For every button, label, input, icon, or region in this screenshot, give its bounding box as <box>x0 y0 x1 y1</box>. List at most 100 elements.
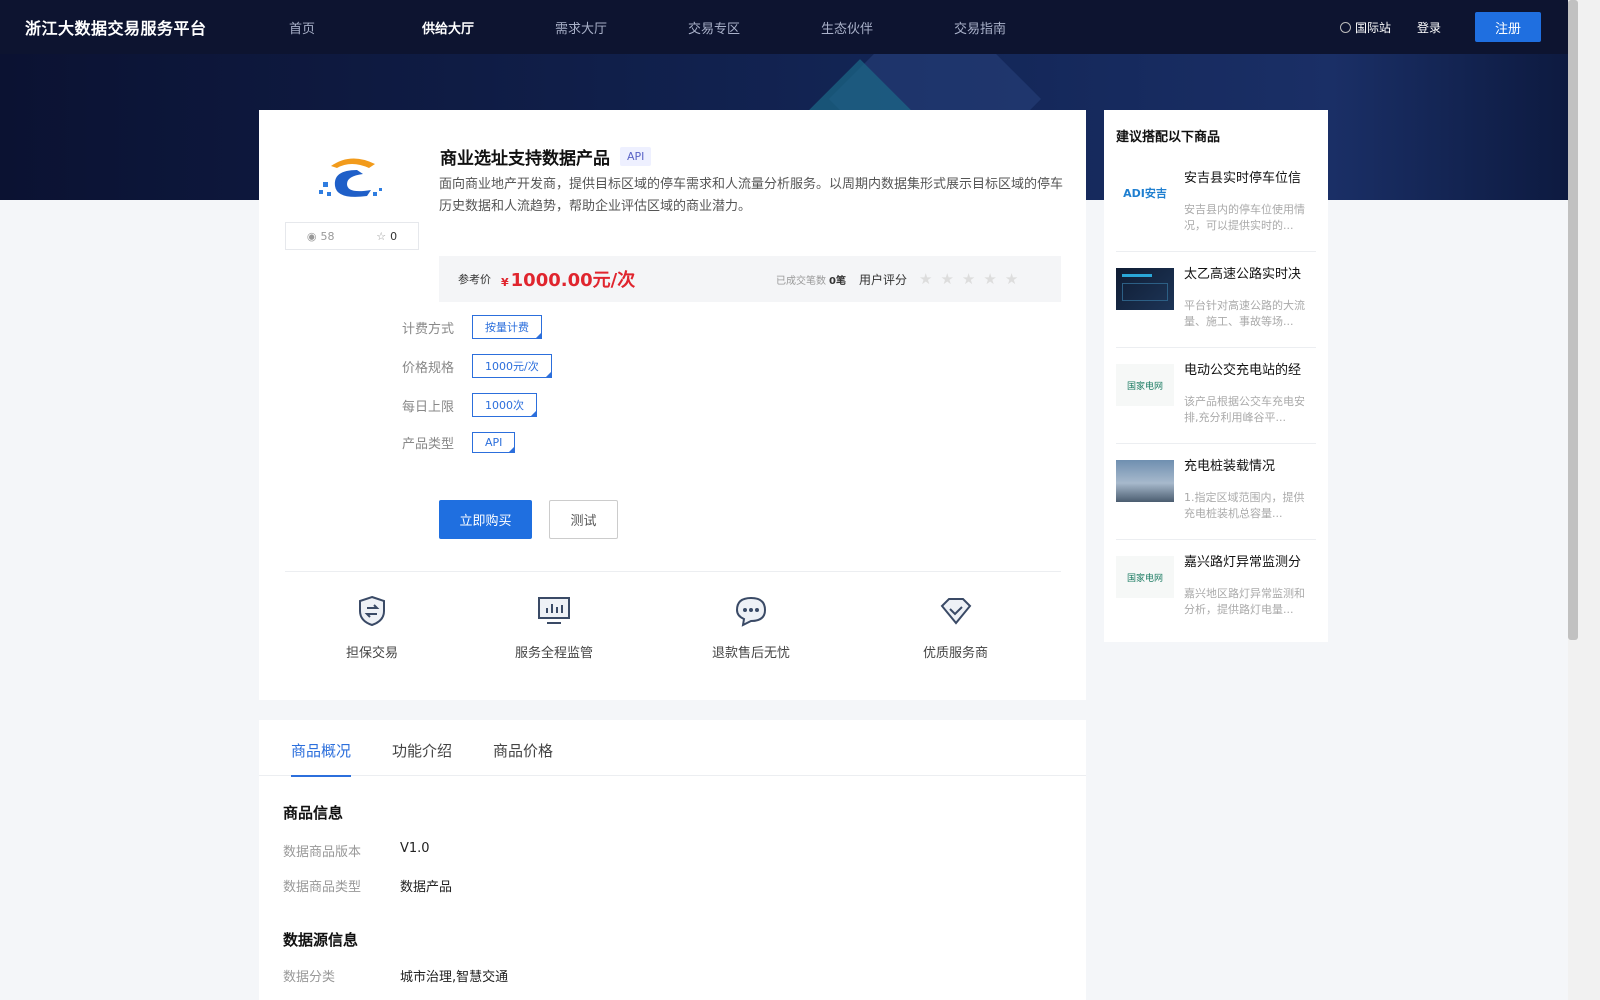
spec-label: 产品类型 <box>402 437 455 452</box>
scrollbar-thumb[interactable] <box>1568 0 1578 640</box>
recommended-item[interactable]: ADI安吉 安吉县实时停车位信 安吉县内的停车位使用情况，可以提供实时的... <box>1116 156 1316 252</box>
spec-label: 价格规格 <box>402 360 455 376</box>
recommended-thumbnail: 国家电网 <box>1116 556 1174 598</box>
guarantee-quality: 优质服务商 <box>923 594 988 661</box>
page-scrollbar[interactable] <box>1568 0 1600 1000</box>
tab-features[interactable]: 功能介绍 <box>392 720 452 776</box>
chat-bubble-icon <box>734 594 768 628</box>
deals-label: 已成交笔数 <box>776 275 826 287</box>
info-value: 数据产品 <box>400 880 453 895</box>
price-amount: 1000.00元/次 <box>510 270 636 291</box>
nav-item-demand-hall[interactable]: 需求大厅 <box>555 18 688 37</box>
recommended-item-title: 安吉县实时停车位信 <box>1184 171 1302 186</box>
recommended-item-title: 充电桩装载情况 <box>1184 459 1276 474</box>
recommended-item-desc: 该产品根据公交车充电安排,充分利用峰谷平... <box>1184 395 1305 424</box>
guarantee-label: 退款售后无忧 <box>712 646 791 661</box>
star-icon: ★ <box>1004 270 1019 288</box>
register-button[interactable]: 注册 <box>1475 12 1541 42</box>
globe-icon <box>1339 21 1351 33</box>
shield-exchange-icon <box>355 594 389 628</box>
spec-option-limit[interactable]: 1000次 <box>472 393 537 417</box>
info-row-category: 数据分类 城市治理,智慧交通 <box>283 966 508 985</box>
header-actions: 国际站 登录 注册 <box>1339 0 1568 54</box>
site-brand[interactable]: 浙江大数据交易服务平台 <box>25 15 289 39</box>
info-key: 数据商品版本 <box>283 845 362 860</box>
recommended-item-desc: 嘉兴地区路灯异常监测和分析，提供路灯电量... <box>1184 587 1305 616</box>
thumbnail-logo-text: ADI安吉 <box>1123 187 1167 200</box>
product-stats: ◉ 58 ☆ 0 <box>285 222 419 250</box>
rating-label: 用户评分 <box>859 272 908 287</box>
recommended-item[interactable]: 国家电网 嘉兴路灯异常监测分 嘉兴地区路灯异常监测和分析，提供路灯电量... <box>1116 540 1316 636</box>
tab-pricing[interactable]: 商品价格 <box>493 720 553 776</box>
recommended-item-title: 太乙高速公路实时决 <box>1184 267 1302 282</box>
rating-stars: ★ ★ ★ ★ ★ <box>919 270 1018 288</box>
eye-icon: ◉ <box>306 229 317 243</box>
nav-item-supply-hall[interactable]: 供给大厅 <box>422 18 555 37</box>
guarantee-label: 服务全程监管 <box>515 646 594 661</box>
guarantee-label: 担保交易 <box>346 646 399 661</box>
favorite-count[interactable]: ☆ 0 <box>376 230 397 243</box>
product-logo-icon <box>319 158 382 197</box>
guarantee-escrow: 担保交易 <box>346 594 398 661</box>
spec-label: 每日上限 <box>402 399 455 415</box>
info-key: 数据商品类型 <box>283 880 362 895</box>
monitor-chart-icon <box>537 594 571 628</box>
login-link[interactable]: 登录 <box>1417 19 1441 36</box>
product-title: 商业选址支持数据产品 <box>440 149 610 169</box>
recommended-item[interactable]: 充电桩装载情况 1.指定区域范围内，提供充电桩装机总容量... <box>1116 444 1316 540</box>
recommended-item-desc: 安吉县内的停车位使用情况，可以提供实时的... <box>1184 203 1305 232</box>
product-logo <box>285 134 419 226</box>
divider <box>285 571 1061 572</box>
star-icon: ★ <box>919 270 933 288</box>
spec-row-price-spec: 价格规格 1000元/次 <box>402 354 552 378</box>
spec-option-price[interactable]: 1000元/次 <box>472 354 552 378</box>
spec-row-product-type: 产品类型 API <box>402 432 516 453</box>
star-icon: ★ <box>983 270 997 288</box>
detail-tabs: 商品概况 功能介绍 商品价格 <box>259 720 1086 777</box>
recommended-thumbnail <box>1116 460 1174 502</box>
recommended-item[interactable]: 太乙高速公路实时决 平台针对高速公路的大流量、施工、事故等场... <box>1116 252 1316 348</box>
recommended-thumbnail <box>1116 268 1174 310</box>
nav-item-partners[interactable]: 生态伙伴 <box>821 18 954 37</box>
price-value: ¥1000.00元/次 <box>501 266 635 292</box>
intl-site-label: 国际站 <box>1354 20 1391 35</box>
buy-now-button[interactable]: 立即购买 <box>439 500 532 539</box>
star-icon: ★ <box>940 270 954 288</box>
product-detail-panel: 商品概况 功能介绍 商品价格 商品信息 数据商品版本 V1.0 数据商品类型 数… <box>259 720 1086 1000</box>
nav-item-trade-zone[interactable]: 交易专区 <box>688 18 821 37</box>
favorite-count-value: 0 <box>390 229 398 243</box>
thumbnail-logo-text: 国家电网 <box>1126 573 1163 584</box>
spec-option-billing[interactable]: 按量计费 <box>472 315 542 339</box>
recommended-products: 建议搭配以下商品 ADI安吉 安吉县实时停车位信 安吉县内的停车位使用情况，可以… <box>1104 110 1328 642</box>
deals-count: 已成交笔数 0笔 <box>776 272 846 287</box>
info-row-version: 数据商品版本 V1.0 <box>283 841 430 860</box>
product-title-row: 商业选址支持数据产品 API <box>440 144 652 169</box>
spec-option-type[interactable]: API <box>472 432 516 453</box>
recommended-item-desc: 平台针对高速公路的大流量、施工、事故等场... <box>1184 299 1305 328</box>
info-value: V1.0 <box>400 841 430 856</box>
test-button[interactable]: 测试 <box>549 500 618 539</box>
recommended-item-title: 电动公交充电站的经 <box>1184 363 1302 378</box>
recommended-item[interactable]: 国家电网 电动公交充电站的经 该产品根据公交车充电安排,充分利用峰谷平... <box>1116 348 1316 444</box>
currency-symbol: ¥ <box>501 276 509 289</box>
price-bar: 参考价 ¥1000.00元/次 已成交笔数 0笔 用户评分 ★ ★ ★ ★ ★ <box>439 256 1061 302</box>
info-key: 数据分类 <box>283 970 336 985</box>
top-navigation-bar: 浙江大数据交易服务平台 首页 供给大厅 需求大厅 交易专区 生态伙伴 交易指南 … <box>0 0 1568 54</box>
recommended-title: 建议搭配以下商品 <box>1116 130 1221 145</box>
thumbnail-logo-text: 国家电网 <box>1126 381 1163 392</box>
star-outline-icon: ☆ <box>376 229 387 243</box>
diamond-check-icon <box>939 594 973 628</box>
guarantee-supervision: 服务全程监管 <box>515 594 593 661</box>
product-card: ◉ 58 ☆ 0 商业选址支持数据产品 API 面向商业地产开发商，提供目标区域… <box>259 110 1086 700</box>
spec-label: 计费方式 <box>402 321 455 337</box>
info-value: 城市治理,智慧交通 <box>400 970 509 985</box>
product-type-tag: API <box>620 147 652 166</box>
tab-overview[interactable]: 商品概况 <box>291 720 352 777</box>
nav-item-home[interactable]: 首页 <box>289 18 422 37</box>
spec-row-billing: 计费方式 按量计费 <box>402 315 542 339</box>
nav-item-trade-guide[interactable]: 交易指南 <box>954 18 1087 37</box>
section-title-product-info: 商品信息 <box>283 804 344 822</box>
spec-row-daily-limit: 每日上限 1000次 <box>402 393 537 417</box>
intl-site-link[interactable]: 国际站 <box>1339 19 1391 36</box>
recommended-thumbnail: ADI安吉 <box>1116 172 1174 214</box>
